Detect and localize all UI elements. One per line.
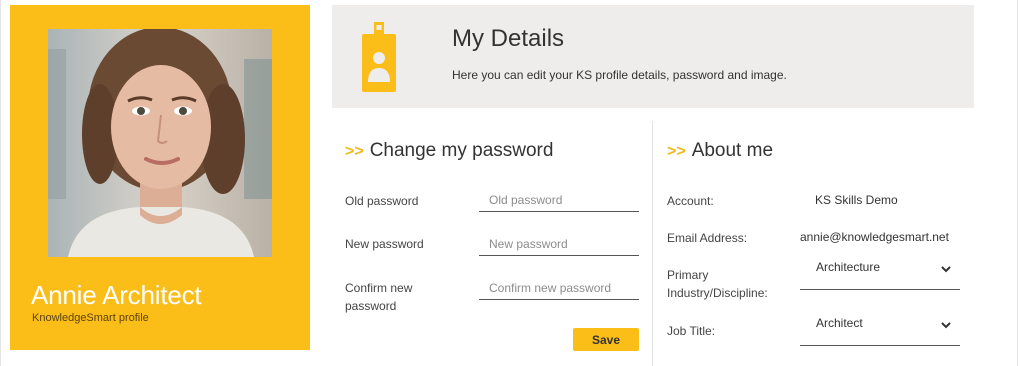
change-password-heading: >> Change my password [345, 140, 553, 162]
new-password-label: New password [345, 237, 424, 251]
job-title-selected-value: Architect [816, 316, 863, 330]
save-button[interactable]: Save [573, 328, 639, 351]
old-password-input[interactable] [479, 188, 639, 212]
heading-arrows: >> [667, 143, 686, 160]
page-border-right [1017, 0, 1018, 366]
industry-selected-value: Architecture [816, 260, 881, 274]
profile-photo[interactable] [48, 29, 272, 257]
profile-subtitle: KnowledgeSmart profile [32, 312, 149, 324]
job-title-select[interactable]: Architect [800, 316, 960, 346]
profile-name: Annie Architect [31, 280, 202, 310]
account-label: Account: [667, 194, 714, 208]
column-divider [652, 121, 653, 366]
change-password-title: Change my password [369, 140, 554, 161]
chevron-down-icon [940, 318, 952, 336]
about-me-title: About me [691, 140, 774, 161]
industry-select[interactable]: Architecture [800, 260, 960, 290]
page-title: My Details [452, 25, 565, 52]
new-password-input[interactable] [479, 232, 639, 256]
email-value: annie@knowledgesmart.net [800, 230, 949, 244]
profile-card: Annie Architect KnowledgeSmart profile [10, 5, 310, 350]
account-value: KS Skills Demo [815, 193, 898, 207]
page-border-left [0, 0, 1, 366]
email-label: Email Address: [667, 231, 748, 245]
confirm-password-label: Confirm new password [345, 281, 413, 313]
heading-arrows: >> [345, 143, 364, 160]
about-me-heading: >> About me [667, 140, 773, 162]
details-header: My Details Here you can edit your KS pro… [332, 5, 974, 108]
chevron-down-icon [940, 262, 952, 280]
old-password-label: Old password [345, 194, 419, 208]
id-badge-icon [362, 22, 396, 99]
industry-label: Primary Industry/Discipline: [667, 268, 768, 300]
job-title-label: Job Title: [667, 324, 716, 338]
confirm-password-input[interactable] [479, 276, 639, 300]
page-description: Here you can edit your KS profile detail… [452, 68, 787, 82]
